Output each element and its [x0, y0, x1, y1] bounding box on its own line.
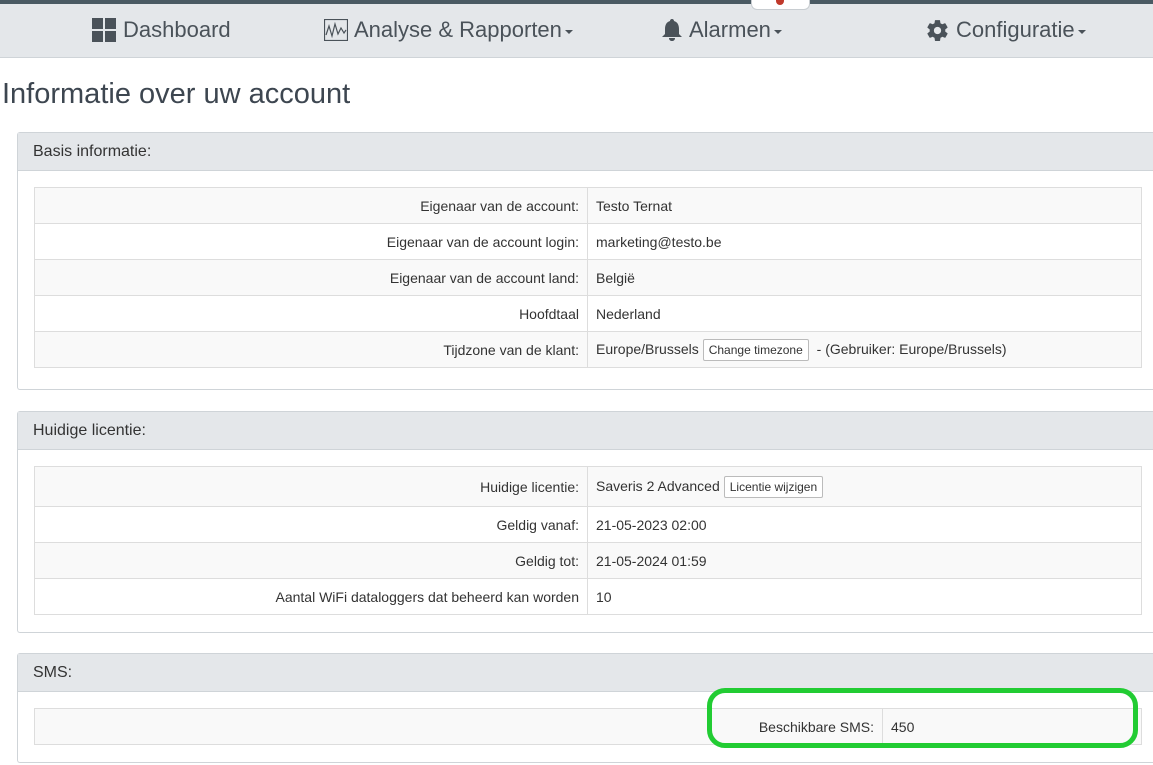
main-navbar: Dashboard Analyse & Rapporten Alarmen Co…	[0, 4, 1153, 58]
row-value: 21-05-2024 01:59	[587, 542, 1142, 579]
table-row: Eigenaar van de account: Testo Ternat	[34, 187, 1142, 224]
nav-dashboard-label: Dashboard	[123, 17, 231, 42]
row-label: Huidige licentie:	[34, 466, 588, 507]
nav-configuratie[interactable]: Configuratie	[925, 14, 1086, 46]
timezone-value: Europe/Brussels	[596, 340, 699, 357]
row-value: marketing@testo.be	[587, 223, 1142, 260]
row-label: Eigenaar van de account land:	[34, 259, 588, 296]
table-row: Aantal WiFi dataloggers dat beheerd kan …	[34, 578, 1142, 615]
highlight-annotation	[707, 688, 1138, 748]
row-label: Tijdzone van de klant:	[34, 331, 588, 368]
chevron-down-icon	[564, 29, 573, 34]
chart-icon	[324, 19, 348, 41]
row-value: 10	[587, 578, 1142, 615]
table-row: Geldig vanaf: 21-05-2023 02:00	[34, 506, 1142, 543]
nav-alarmen-label: Alarmen	[689, 17, 771, 42]
licentie-value: Saveris 2 Advanced	[596, 477, 720, 494]
panel-basis-informatie: Basis informatie: Eigenaar van de accoun…	[17, 132, 1153, 390]
nav-configuratie-label: Configuratie	[956, 17, 1075, 42]
table-row: Eigenaar van de account land: België	[34, 259, 1142, 296]
table-row: Hoofdtaal Nederland	[34, 295, 1142, 332]
row-value: België	[587, 259, 1142, 296]
row-label: Eigenaar van de account:	[34, 187, 588, 224]
table-row: Eigenaar van de account login: marketing…	[34, 223, 1142, 260]
licentie-wijzigen-button[interactable]: Licentie wijzigen	[723, 475, 824, 498]
row-label: Aantal WiFi dataloggers dat beheerd kan …	[34, 578, 588, 615]
panel-heading: Huidige licentie:	[18, 412, 1153, 450]
table-row: Tijdzone van de klant: Europe/Brussels Ch…	[34, 331, 1142, 368]
row-value-timezone: Europe/Brussels Change timezone - (Gebrui…	[587, 331, 1142, 368]
change-timezone-button[interactable]: Change timezone	[702, 338, 809, 361]
panel-heading: Basis informatie:	[18, 133, 1153, 171]
dashboard-grid-icon	[92, 17, 116, 42]
row-value: 21-05-2023 02:00	[587, 506, 1142, 543]
row-label: Geldig tot:	[34, 542, 588, 579]
table-row: Geldig tot: 21-05-2024 01:59	[34, 542, 1142, 579]
row-label: Geldig vanaf:	[34, 506, 588, 543]
nav-dashboard[interactable]: Dashboard	[92, 14, 231, 46]
timezone-user-suffix: - (Gebruiker: Europe/Brussels)	[816, 340, 1007, 357]
gear-icon	[927, 19, 948, 41]
row-value: Nederland	[587, 295, 1142, 332]
row-label: Hoofdtaal	[34, 295, 588, 332]
nav-analyse[interactable]: Analyse & Rapporten	[324, 14, 573, 46]
row-value: Testo Ternat	[587, 187, 1142, 224]
page-title: Informatie over uw account	[2, 78, 351, 110]
row-value-licentie: Saveris 2 Advanced Licentie wijzigen	[587, 466, 1142, 507]
chevron-down-icon	[773, 29, 782, 34]
bell-icon	[662, 19, 682, 41]
licentie-info-table: Huidige licentie: Saveris 2 Advanced Lice…	[34, 466, 1142, 615]
panel-huidige-licentie: Huidige licentie: Huidige licentie: Save…	[17, 411, 1153, 633]
basis-info-table: Eigenaar van de account: Testo Ternat Ei…	[34, 187, 1142, 368]
nav-alarmen[interactable]: Alarmen	[661, 14, 782, 46]
table-row: Huidige licentie: Saveris 2 Advanced Lice…	[34, 466, 1142, 507]
nav-analyse-label: Analyse & Rapporten	[354, 17, 562, 42]
chevron-down-icon	[1077, 29, 1086, 34]
row-label: Eigenaar van de account login:	[34, 223, 588, 260]
panel-heading: SMS:	[18, 654, 1153, 692]
